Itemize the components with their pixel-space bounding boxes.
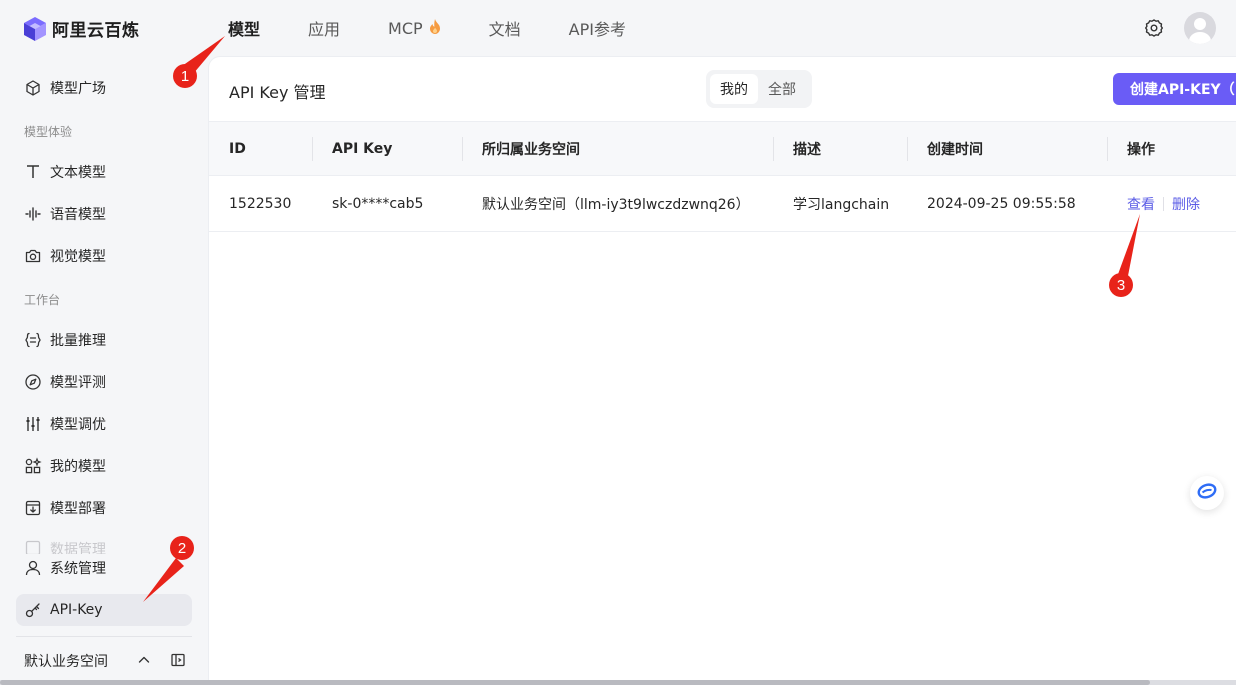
scrollbar-thumb[interactable] (0, 680, 1150, 685)
annotation-badge-2: 2 (170, 536, 194, 560)
annotation-badge-1: 1 (173, 64, 197, 88)
annotation-badge-3: 3 (1109, 273, 1133, 297)
annotation-arrow-2 (143, 558, 184, 602)
annotation-overlay (143, 36, 1140, 602)
horizontal-scrollbar[interactable] (0, 680, 1236, 685)
annotation-arrow-3 (1117, 214, 1140, 281)
